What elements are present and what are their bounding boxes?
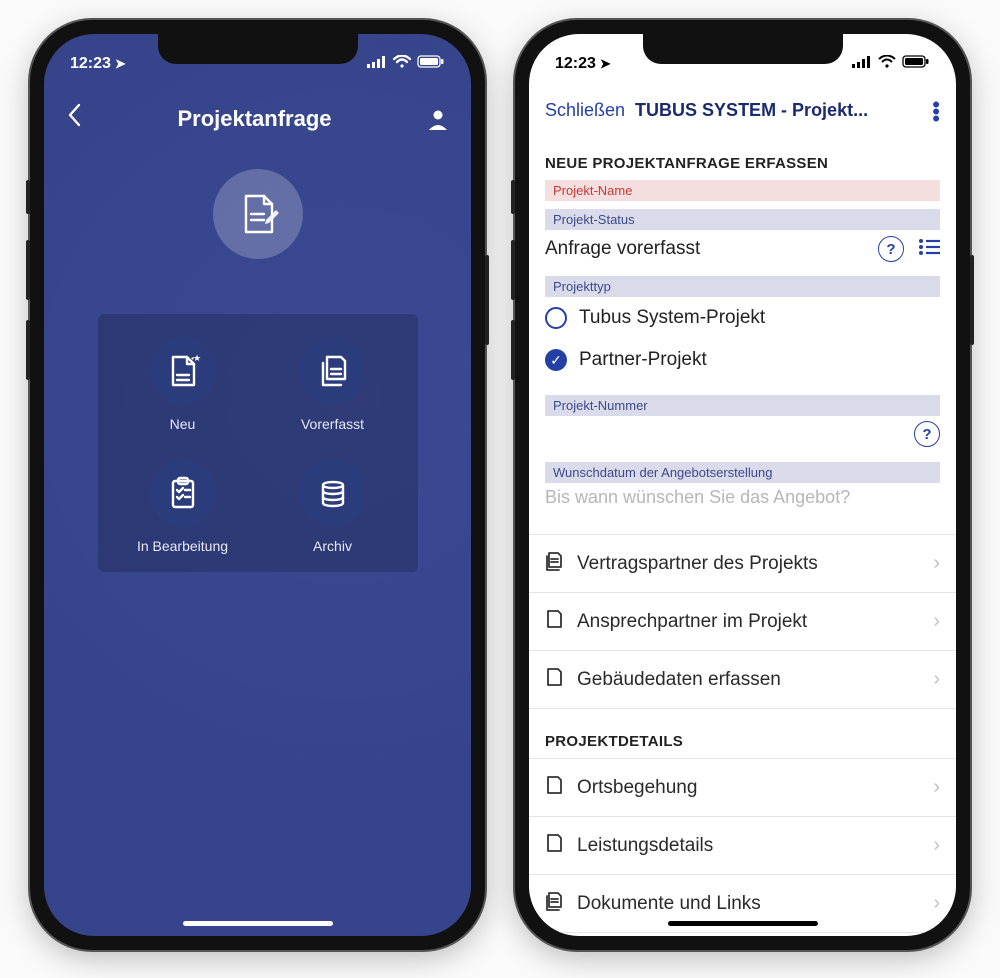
page-icon xyxy=(545,833,563,858)
battery-icon xyxy=(902,55,930,73)
page-icon xyxy=(545,609,563,634)
link-leistungsdetails[interactable]: Leistungsdetails › xyxy=(529,817,956,875)
tile-grid: ★ Neu Vorerfasst In Bearbeitung xyxy=(98,314,418,572)
wish-date-input[interactable]: Bis wann wünschen Sie das Angebot? xyxy=(529,483,956,508)
home-indicator[interactable] xyxy=(668,921,818,926)
field-label-wish-date: Wunschdatum der Angebotserstellung xyxy=(545,462,940,483)
link-ortsbegehung[interactable]: Ortsbegehung › xyxy=(529,758,956,817)
chevron-right-icon: › xyxy=(933,776,940,799)
page-multi-icon xyxy=(545,551,563,576)
page-title: Projektanfrage xyxy=(177,106,331,132)
phone-frame-right: 12:23 ➤ Schließen TUBUS SYSTEM - Projekt… xyxy=(515,20,970,950)
back-button[interactable] xyxy=(66,102,82,135)
status-time: 12:23 xyxy=(555,55,596,73)
section-heading-details: PROJEKTDETAILS xyxy=(529,709,956,758)
battery-icon xyxy=(417,55,445,73)
help-icon[interactable]: ? xyxy=(878,236,904,262)
tile-in-bearbeitung[interactable]: In Bearbeitung xyxy=(108,460,258,554)
header: Schließen TUBUS SYSTEM - Projekt... ••• xyxy=(529,82,956,131)
tile-label: Archiv xyxy=(313,538,352,554)
project-status-value: Anfrage vorerfasst xyxy=(545,238,864,260)
field-label-project-name[interactable]: Projekt-Name xyxy=(545,180,940,201)
chevron-right-icon: › xyxy=(933,610,940,633)
chevron-right-icon: › xyxy=(933,552,940,575)
section-heading-new: NEUE PROJEKTANFRAGE ERFASSEN xyxy=(529,131,956,180)
link-label: Dokumente und Links xyxy=(577,893,919,915)
field-label-project-status: Projekt-Status xyxy=(545,209,940,230)
page-multi-icon xyxy=(545,891,563,916)
close-button[interactable]: Schließen xyxy=(545,100,625,121)
notch xyxy=(158,34,358,64)
link-label: Leistungsdetails xyxy=(577,835,919,857)
chevron-right-icon: › xyxy=(933,892,940,915)
page-title: TUBUS SYSTEM - Projekt... xyxy=(635,100,922,121)
phone-frame-left: 12:23 ➤ Projektanfrage xyxy=(30,20,485,950)
svg-text:★: ★ xyxy=(193,353,201,363)
radio-tubus-system[interactable]: Tubus System-Projekt xyxy=(529,297,956,339)
link-gebaeudedaten[interactable]: Gebäudedaten erfassen › xyxy=(529,651,956,709)
signal-icon xyxy=(367,55,387,73)
chevron-right-icon: › xyxy=(933,668,940,691)
wifi-icon xyxy=(393,55,411,73)
profile-button[interactable] xyxy=(427,108,449,130)
signal-icon xyxy=(852,55,872,73)
link-ansprechpartner[interactable]: Ansprechpartner im Projekt › xyxy=(529,593,956,651)
hero-document-icon xyxy=(213,169,303,259)
location-icon: ➤ xyxy=(600,56,611,72)
radio-label: Partner-Projekt xyxy=(579,349,707,371)
link-label: Vertragspartner des Projekts xyxy=(577,553,919,575)
document-new-icon: ★ xyxy=(150,338,216,404)
tile-archiv[interactable]: Archiv xyxy=(258,460,408,554)
link-label: Gebäudedaten erfassen xyxy=(577,669,919,691)
link-label: Ortsbegehung xyxy=(577,777,919,799)
clipboard-icon xyxy=(150,460,216,526)
screen-project-form: 12:23 ➤ Schließen TUBUS SYSTEM - Projekt… xyxy=(529,34,956,936)
page-icon xyxy=(545,667,563,692)
tile-label: In Bearbeitung xyxy=(137,538,228,554)
tile-label: Vorerfasst xyxy=(301,416,364,432)
tile-label: Neu xyxy=(170,416,196,432)
document-copy-icon xyxy=(300,338,366,404)
radio-label: Tubus System-Projekt xyxy=(579,307,765,329)
tile-vorerfasst[interactable]: Vorerfasst xyxy=(258,338,408,432)
notch xyxy=(643,34,843,64)
link-vertragspartner[interactable]: Vertragspartner des Projekts › xyxy=(529,534,956,593)
home-indicator[interactable] xyxy=(183,921,333,926)
list-select-icon[interactable] xyxy=(918,238,940,261)
radio-partner-projekt[interactable]: ✓ Partner-Projekt xyxy=(529,339,956,381)
link-label: Ansprechpartner im Projekt xyxy=(577,611,919,633)
status-time: 12:23 xyxy=(70,55,111,73)
wifi-icon xyxy=(878,55,896,73)
field-label-project-type: Projekttyp xyxy=(545,276,940,297)
page-icon xyxy=(545,775,563,800)
header: Projektanfrage xyxy=(44,82,471,141)
more-menu-button[interactable]: ••• xyxy=(932,100,940,121)
tile-neu[interactable]: ★ Neu xyxy=(108,338,258,432)
location-icon: ➤ xyxy=(115,56,126,72)
archive-icon xyxy=(300,460,366,526)
field-label-project-number: Projekt-Nummer xyxy=(545,395,940,416)
screen-projektanfrage: 12:23 ➤ Projektanfrage xyxy=(44,34,471,936)
help-icon[interactable]: ? xyxy=(914,421,940,447)
radio-icon xyxy=(545,307,567,329)
radio-checked-icon: ✓ xyxy=(545,349,567,371)
chevron-right-icon: › xyxy=(933,834,940,857)
